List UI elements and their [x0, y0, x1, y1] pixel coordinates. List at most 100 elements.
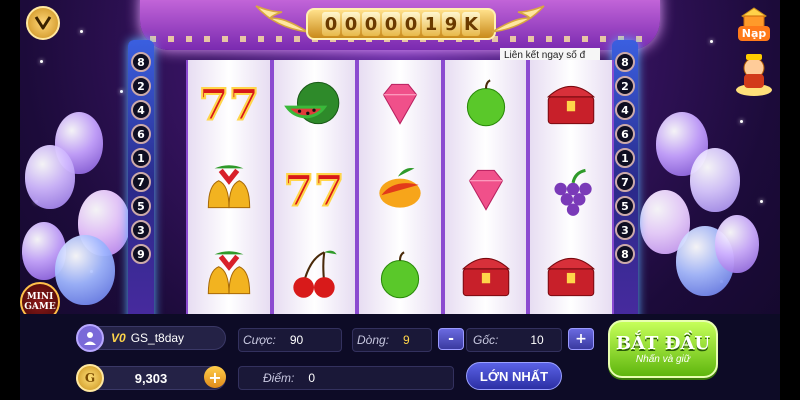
payline-number[interactable]: 7	[131, 172, 151, 192]
base-bet-label: Gốc:	[473, 333, 499, 347]
cherry-icon	[293, 250, 338, 298]
vip-level: V0	[111, 331, 126, 345]
points-value: 0	[308, 371, 316, 385]
payline-number[interactable]: 1	[615, 148, 635, 168]
menu-button[interactable]	[26, 6, 60, 40]
watermelon-icon	[284, 81, 340, 125]
right-payline-numbers: 8 2 4 6 1 7 5 3 8	[615, 52, 635, 264]
gem-icon	[382, 83, 418, 125]
left-wing-icon	[255, 5, 309, 33]
lines-label: Dòng:	[357, 333, 390, 347]
left-payline-numbers: 8 2 4 6 1 7 5 3 9	[131, 52, 151, 264]
start-label: BẮT ĐẦU	[615, 333, 711, 354]
grapes-icon	[554, 168, 592, 216]
points-label: Điểm:	[263, 371, 295, 385]
reel-cell	[530, 60, 612, 146]
increase-bet-button[interactable]: +	[568, 328, 594, 350]
jackpot-digit: 1	[422, 12, 440, 36]
max-bet-button[interactable]: LỚN NHẤT	[466, 362, 562, 390]
payline-number[interactable]: 6	[615, 124, 635, 144]
reel-cell	[530, 232, 612, 318]
start-spin-button[interactable]: BẮT ĐẦU Nhấn và giữ	[608, 320, 718, 378]
reel-5	[530, 60, 612, 318]
chest-icon	[547, 85, 596, 125]
topup-label: Nạp	[737, 26, 771, 41]
bet-value: 90	[289, 333, 304, 347]
payline-number[interactable]: 1	[131, 148, 151, 168]
payline-number[interactable]: 3	[131, 220, 151, 240]
reel-cell	[359, 146, 441, 232]
reel-cell	[274, 232, 356, 318]
payline-number[interactable]: 2	[615, 76, 635, 96]
payline-number[interactable]: 9	[131, 244, 151, 264]
fortune-god-icon[interactable]	[734, 50, 774, 98]
topup-button[interactable]: Nạp	[734, 4, 774, 44]
chevron-v-icon	[34, 16, 52, 30]
chest-icon	[461, 257, 510, 297]
reel-cell	[359, 60, 441, 146]
lines-value: 9	[403, 333, 410, 347]
seven-icon: 77	[283, 164, 345, 217]
payline-number[interactable]: 4	[615, 100, 635, 120]
payline-number[interactable]: 5	[131, 196, 151, 216]
game-screen: 8 2 4 6 1 7 5 3 9 8 2 4 6 1 7 5 3 8 0 0 …	[0, 0, 800, 400]
reel-cell: 77	[188, 60, 270, 146]
jackpot-digit: 9	[442, 12, 460, 36]
jackpot-counter: 0 0 0 0 0 1 9 K	[306, 8, 496, 40]
bells-icon	[207, 251, 250, 295]
reel-cell	[530, 146, 612, 232]
payline-number[interactable]: 2	[131, 76, 151, 96]
reel-cell	[445, 146, 527, 232]
svg-text:77: 77	[284, 166, 344, 217]
reel-cell	[274, 60, 356, 146]
reel-cell	[188, 232, 270, 318]
slot-reels: 77 77	[186, 60, 614, 318]
bet-field: Cược: 90	[238, 328, 342, 352]
payline-number[interactable]: 8	[615, 52, 635, 72]
balloon-decoration	[690, 148, 740, 212]
jackpot-digit: 0	[362, 12, 380, 36]
apple-icon	[466, 79, 505, 127]
balance-value: 9,303	[134, 370, 168, 386]
right-wing-icon	[491, 5, 545, 33]
payline-number[interactable]: 8	[615, 244, 635, 264]
base-bet-value: 10	[530, 333, 544, 347]
gold-coin-icon: G	[76, 364, 104, 392]
decrease-bet-button[interactable]: -	[438, 328, 464, 350]
jackpot-digit: K	[462, 12, 480, 36]
payline-number[interactable]: 8	[131, 52, 151, 72]
points-field: Điểm: 0	[238, 366, 454, 390]
reel-2: 77	[273, 60, 356, 318]
svg-text:77: 77	[199, 80, 259, 131]
reel-3	[359, 60, 441, 318]
jackpot-digit: 0	[382, 12, 400, 36]
reel-cell	[445, 232, 527, 318]
payline-number[interactable]: 4	[131, 100, 151, 120]
gem-icon	[468, 169, 503, 211]
payline-number[interactable]: 7	[615, 172, 635, 192]
bells-icon	[207, 165, 250, 209]
bet-label: Cược:	[243, 333, 276, 347]
payline-number[interactable]: 6	[131, 124, 151, 144]
reel-cell	[359, 232, 441, 318]
payline-number[interactable]: 3	[615, 220, 635, 240]
jackpot-digit: 0	[322, 12, 340, 36]
start-hint: Nhấn và giữ	[635, 354, 691, 365]
reel-cell	[445, 60, 527, 146]
jackpot-digit: 0	[402, 12, 420, 36]
reel-cell	[188, 146, 270, 232]
balloon-decoration	[25, 145, 75, 209]
lines-field[interactable]: Dòng: 9	[352, 328, 432, 352]
jackpot-digit: 0	[342, 12, 360, 36]
seven-icon: 77	[198, 78, 260, 131]
player-name: GS_t8day	[130, 331, 185, 345]
base-bet-field: Gốc: 10	[466, 328, 562, 352]
avatar[interactable]	[76, 324, 104, 352]
balloon-decoration	[715, 215, 759, 273]
user-icon	[84, 332, 96, 345]
mango-icon	[379, 167, 421, 208]
chest-icon	[547, 257, 596, 297]
balloon-decoration	[55, 235, 115, 305]
payline-number[interactable]: 5	[615, 196, 635, 216]
add-balance-button[interactable]: +	[204, 366, 226, 388]
